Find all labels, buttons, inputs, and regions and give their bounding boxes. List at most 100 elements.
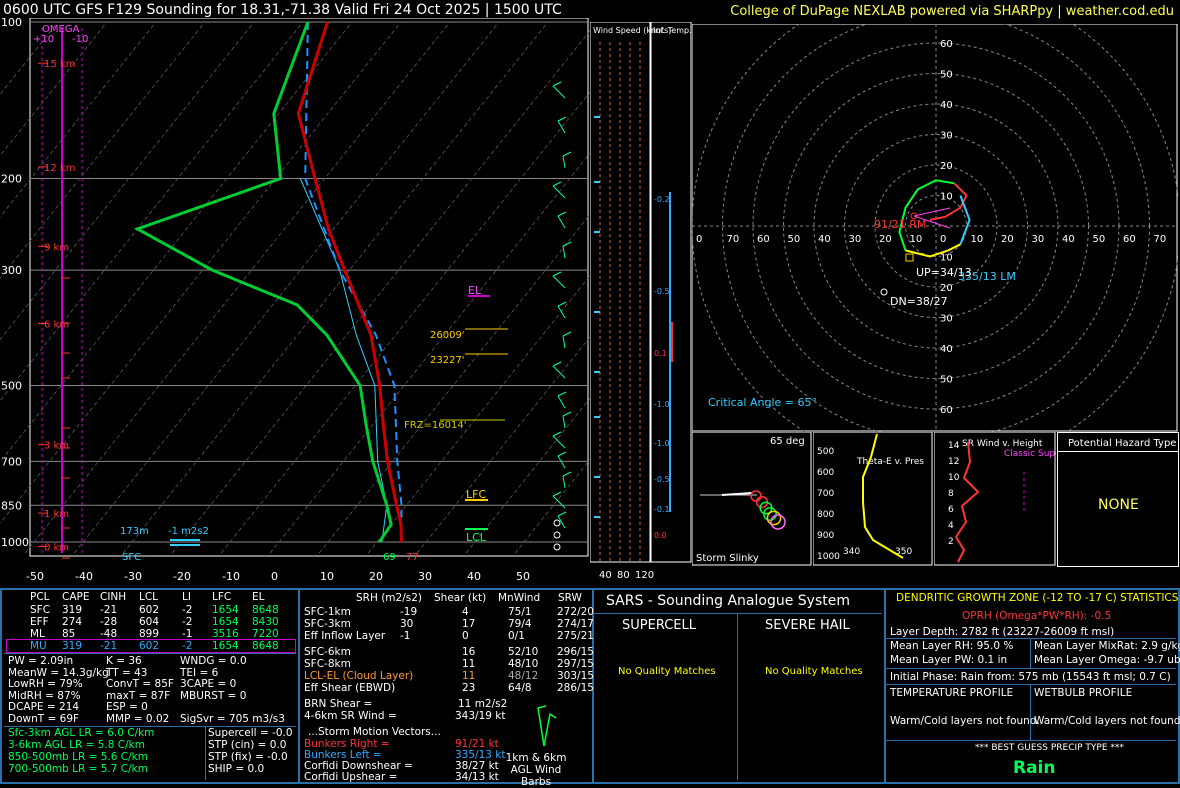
parcel-cell: 8430 [252,616,279,628]
kin-mnwind: 52/10 [508,646,539,658]
adv-value: -0.5 [654,475,670,484]
hodo-x-label: 20 [1001,234,1014,245]
index-value: ConvT = 85F [106,678,174,690]
hodo-ring-label: 20 [940,283,953,294]
index-value: maxT = 87F [106,689,171,702]
thetae-p-label: 600 [817,468,834,478]
kin-layer: SFC-3km [304,618,351,630]
wind-barb-staff [557,455,566,469]
thetae-p-label: 800 [817,510,834,520]
dn-label: DN=38/27 [890,295,948,308]
thetae-p-label: 500 [817,447,834,457]
hodo-ring-label: 60 [940,39,953,50]
wind-barb-flag [562,411,572,417]
srwind-h-label: 14 [948,441,960,451]
isotherm [73,21,500,554]
calm-wind-circle [553,543,561,551]
dgz-rh: Mean Layer RH: 95.0 % [890,640,1014,652]
wind-barb-staff [552,85,566,99]
hazard-title: Potential Hazard Type [1068,438,1177,449]
wind-barb-flag [562,241,572,247]
temperature-line [296,21,403,543]
sars-title: SARS - Sounding Analogue System [606,593,850,609]
hodo-ring [692,24,1178,432]
srwind-supercell-label: Classic Supercell [1004,449,1056,459]
hodo-x-label: 0 [696,234,702,245]
kin-srh: -19 [400,606,418,618]
dewpoint-line [133,21,393,543]
height-label: 6 km [44,319,69,330]
hodograph[interactable]: 10 10 20 20 30 30 40 40 50 50 60 60 0 70 60 50 40 30 20 10 0… [692,24,1178,432]
kin-shear: 17 [462,618,476,630]
storm-slinky-inset: 65 deg Storm Slinky [692,432,812,566]
kin-layer: LCL-EL (Cloud Layer) [304,670,414,682]
wind-barb-staff [557,305,566,319]
wind-barb-flag [557,511,567,517]
parcel-cell: -2 [182,616,193,628]
adv-value: 0.1 [654,349,667,358]
temp-tick-label: -20 [173,570,191,583]
wind-barb-flag [557,301,567,307]
kin-mnwind: 0/1 [508,630,525,642]
index-value: TEI = 6 [180,666,219,679]
hodo-x-label: 60 [1123,234,1136,245]
kin-srh: 30 [400,618,414,630]
wind-barb-flag [552,491,562,497]
wind-barb-flag [562,471,572,477]
hodo-x-label: 60 [757,234,770,245]
index-value: MMP = 0.02 [106,712,170,725]
parcel-cell: SFC [30,604,51,616]
temp-tick-label: 20 [369,570,383,583]
sfc-label: SFC [122,552,141,563]
wind-speed-column: Wind Speed (knots)Inf. Temp. Adv.(C/ hr)… [590,22,692,581]
thetae-p-label: 700 [817,489,834,499]
isotherm [122,21,549,554]
adv-value: -1.0 [654,439,670,448]
kin-mnwind: 48/12 [508,670,539,682]
kin-srw: 303/15 [557,670,594,682]
isotherm [220,91,590,554]
index-value: MBURST = 0 [180,689,247,702]
skewt-diagram[interactable]: 1002003005007008501000-50-40-30-20-10010… [0,18,590,586]
hodo-ring-label: 50 [940,70,953,81]
isotherm [24,21,451,554]
calm-wind-circle [553,531,561,539]
kin-layer: Eff Inflow Layer [304,630,386,642]
parcel-cell: 319 [62,604,83,616]
hodo-ring-label: 50 [940,375,953,386]
credit-link[interactable]: College of DuPage NEXLAB powered via SHA… [730,4,1174,19]
kin-srw: 297/15 [557,658,594,670]
isotherm [0,21,108,157]
wind-barb-flag [552,181,562,187]
brn-label: BRN Shear = [304,698,373,710]
pressure-label: 100 [1,18,22,29]
hodo-x-label: 50 [788,234,801,245]
sars-hail-label: SEVERE HAIL [765,618,850,633]
hodo-x-label: 50 [1093,234,1106,245]
dgz-mixr: Mean Layer MixRat: 2.9 g/kg [1034,640,1180,652]
lapse-rates: Sfc-3km AGL LR = 6.0 C/km 3-6km AGL LR = … [8,727,154,775]
sr-wind-inset: 14 12 10 8 6 4 2 SR Wind v. HeightClassic Super… [934,432,1056,566]
omega-right: -10 [72,34,88,45]
mu-parcel-highlight[interactable] [6,639,296,653]
pressure-label: 300 [1,264,22,277]
wind-barb-staff [562,245,566,259]
parcel-cell: 1654 [212,604,239,616]
lapse-rate: 700-500mb LR = 5.7 C/km [8,763,148,775]
hodo-x-label: 70 [1154,234,1167,245]
dgz-omega: Mean Layer Omega: -9.7 ub/s [1034,654,1180,666]
temp-tick-label: -30 [124,570,142,583]
adv-col-title: Inf. Temp. Adv.(C/ hr) [653,26,692,35]
srwind-value: 343/19 kt [455,710,506,722]
index-value: LowRH = 79% [8,678,83,690]
parcel-cell: 274 [62,616,83,628]
kin-mnwind: 64/8 [508,682,532,694]
index-value: MidRH = 87% [8,689,81,702]
dgz-title: DENDRITIC GROWTH ZONE (-12 TO -17 C) STA… [896,592,1179,604]
kin-srw: 274/17 [557,618,594,630]
kin-shear: 0 [462,630,469,642]
kin-header: SRW [558,592,582,604]
kin-mnwind: 79/4 [508,618,532,630]
height-label: 12 km [44,163,75,174]
kin-srh: -1 [400,630,411,642]
